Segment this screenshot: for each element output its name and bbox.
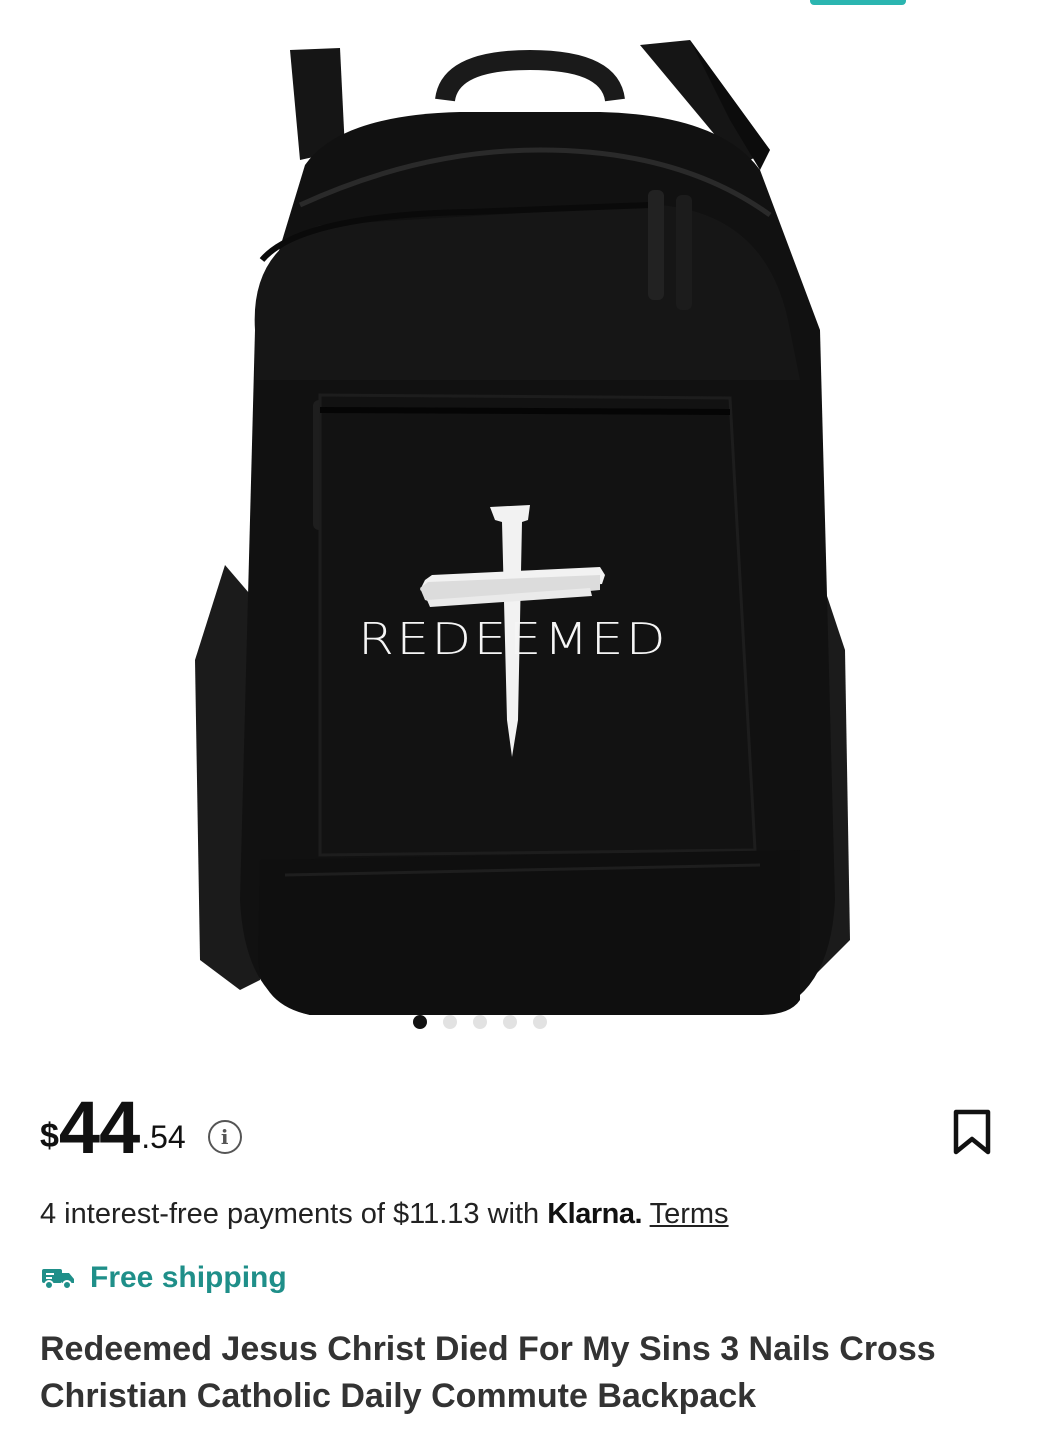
price-currency: $ xyxy=(40,1116,59,1155)
klarna-payment-info: 4 interest-free payments of $11.13 with … xyxy=(40,1198,729,1231)
bookmark-icon[interactable] xyxy=(950,1108,994,1158)
product-title: Redeemed Jesus Christ Died For My Sins 3… xyxy=(40,1330,936,1415)
price: $ 44 .54 i xyxy=(40,1086,242,1169)
klarna-text: 4 interest-free payments of $11.13 with xyxy=(40,1198,548,1230)
print-text: REDEEMED xyxy=(358,614,668,665)
truck-icon xyxy=(40,1263,76,1293)
pagination-dot[interactable] xyxy=(442,1015,457,1029)
klarna-terms-link[interactable]: Terms xyxy=(650,1198,729,1230)
pagination-dot[interactable] xyxy=(532,1015,547,1029)
product-image: REDEEMED xyxy=(195,40,850,1015)
product-image-gallery[interactable]: REDEEMED xyxy=(0,0,1039,1050)
pagination-dot[interactable] xyxy=(472,1015,487,1029)
price-fraction: .54 xyxy=(141,1118,186,1155)
pagination-dot[interactable] xyxy=(502,1015,517,1029)
info-icon[interactable]: i xyxy=(207,1119,242,1154)
klarna-logo: Klarna. xyxy=(547,1198,643,1230)
pagination-dot[interactable] xyxy=(412,1015,427,1029)
price-whole: 44 xyxy=(58,1086,140,1169)
free-shipping-label: Free shipping xyxy=(90,1261,287,1294)
image-pagination-dots[interactable] xyxy=(0,1015,999,1029)
shipping-info: Free shipping xyxy=(40,1261,287,1295)
